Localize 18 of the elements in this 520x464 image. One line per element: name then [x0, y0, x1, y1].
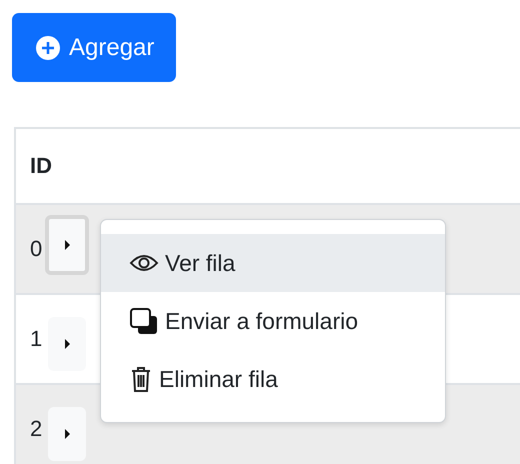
id-cell: 0: [30, 236, 42, 262]
column-header: ID: [30, 153, 52, 179]
id-cell: 1: [30, 326, 42, 352]
id-cell: 2: [30, 416, 42, 442]
caret-icon: [64, 339, 71, 349]
eye-icon: [129, 253, 159, 273]
menu-item[interactable]: Enviar a formulario: [101, 292, 445, 350]
caret-icon: [64, 240, 71, 250]
menu-item[interactable]: Eliminar fila: [101, 350, 445, 408]
caret-icon: [64, 429, 71, 439]
trash-icon: [129, 365, 153, 393]
plus-circle-icon: [36, 36, 60, 60]
copy-icon: [129, 307, 159, 335]
row-menu-toggle[interactable]: [45, 215, 90, 275]
add-button[interactable]: Agregar: [12, 13, 176, 82]
row-menu-toggle[interactable]: [48, 317, 86, 371]
menu-item[interactable]: Ver fila: [101, 234, 445, 292]
row-menu-toggle[interactable]: [48, 407, 86, 461]
